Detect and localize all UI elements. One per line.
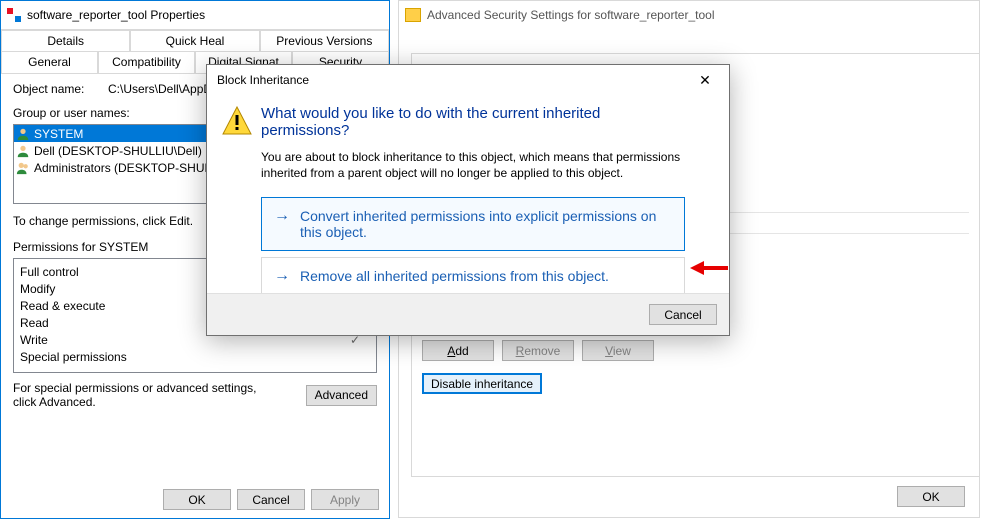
dialog-heading: What would you like to do with the curre… bbox=[261, 105, 685, 139]
window-title: software_reporter_tool Properties bbox=[27, 8, 205, 22]
dialog-buttons: OK Cancel Apply bbox=[163, 489, 379, 510]
dialog-footer: Cancel bbox=[207, 293, 729, 335]
user-icon bbox=[16, 144, 30, 158]
tab-quickheal[interactable]: Quick Heal bbox=[130, 30, 259, 51]
window-titlebar[interactable]: Advanced Security Settings for software_… bbox=[399, 1, 979, 29]
annotation-arrow-icon bbox=[690, 259, 730, 277]
convert-permissions-option[interactable]: → Convert inherited permissions into exp… bbox=[261, 197, 685, 251]
view-button[interactable]: View bbox=[582, 340, 654, 361]
cancel-button[interactable]: Cancel bbox=[237, 489, 305, 510]
remove-button[interactable]: Remove bbox=[502, 340, 574, 361]
properties-icon bbox=[7, 8, 21, 22]
disable-inheritance-button[interactable]: Disable inheritance bbox=[422, 373, 542, 394]
warning-icon bbox=[221, 105, 253, 137]
users-icon bbox=[16, 161, 30, 175]
advanced-button[interactable]: Advanced bbox=[306, 385, 377, 406]
tab-details[interactable]: Details bbox=[1, 30, 130, 51]
folder-icon bbox=[405, 8, 421, 22]
ok-button[interactable]: OK bbox=[897, 486, 965, 507]
window-title: Advanced Security Settings for software_… bbox=[427, 8, 714, 22]
dialog-title: Block Inheritance bbox=[217, 73, 309, 87]
window-titlebar[interactable]: software_reporter_tool Properties bbox=[1, 1, 389, 29]
add-button[interactable]: Add bbox=[422, 340, 494, 361]
dialog-titlebar[interactable]: Block Inheritance ✕ bbox=[207, 65, 729, 95]
tab-compatibility[interactable]: Compatibility bbox=[98, 51, 195, 73]
apply-button[interactable]: Apply bbox=[311, 489, 379, 510]
close-icon[interactable]: ✕ bbox=[685, 66, 725, 94]
arrow-icon: → bbox=[274, 268, 290, 284]
tab-previous-versions[interactable]: Previous Versions bbox=[260, 30, 389, 51]
perm-row: Special permissions bbox=[20, 348, 370, 365]
arrow-icon: → bbox=[274, 208, 290, 224]
dialog-text: You are about to block inheritance to th… bbox=[261, 149, 685, 181]
ok-button[interactable]: OK bbox=[163, 489, 231, 510]
cancel-button[interactable]: Cancel bbox=[649, 304, 717, 325]
remove-permissions-option[interactable]: → Remove all inherited permissions from … bbox=[261, 257, 685, 295]
entry-buttons: Add Remove View bbox=[422, 340, 969, 361]
advanced-hint: For special permissions or advanced sett… bbox=[13, 381, 263, 409]
user-icon bbox=[16, 127, 30, 141]
tab-general[interactable]: General bbox=[1, 51, 98, 73]
block-inheritance-dialog: Block Inheritance ✕ What would you like … bbox=[206, 64, 730, 336]
object-name-value: C:\Users\Dell\AppDat bbox=[108, 82, 222, 96]
object-name-label: Object name: bbox=[13, 82, 108, 96]
